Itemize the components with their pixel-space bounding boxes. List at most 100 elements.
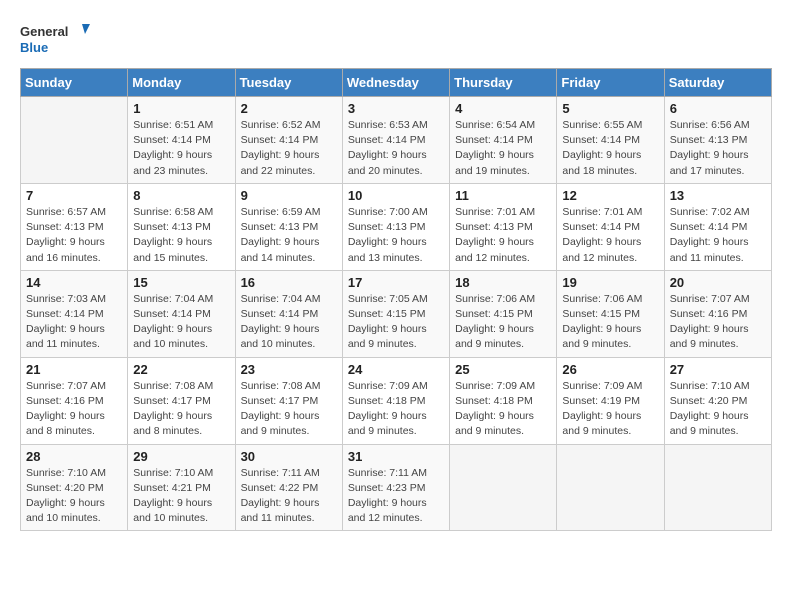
day-cell: 27 Sunrise: 7:10 AM Sunset: 4:20 PM Dayli… <box>664 357 771 444</box>
day-cell: 15 Sunrise: 7:04 AM Sunset: 4:14 PM Dayli… <box>128 270 235 357</box>
day-info: Sunrise: 7:08 AM Sunset: 4:17 PM Dayligh… <box>241 379 337 440</box>
day-cell: 14 Sunrise: 7:03 AM Sunset: 4:14 PM Dayli… <box>21 270 128 357</box>
day-cell: 19Sunrise: 7:06 AM Sunset: 4:15 PM Dayli… <box>557 270 664 357</box>
day-cell: 4 Sunrise: 6:54 AM Sunset: 4:14 PM Daylig… <box>450 97 557 184</box>
week-row-1: 1 Sunrise: 6:51 AM Sunset: 4:14 PM Daylig… <box>21 97 772 184</box>
day-cell: 7Sunrise: 6:57 AM Sunset: 4:13 PM Daylig… <box>21 183 128 270</box>
day-info: Sunrise: 7:04 AM Sunset: 4:14 PM Dayligh… <box>241 292 337 353</box>
week-row-3: 14 Sunrise: 7:03 AM Sunset: 4:14 PM Dayli… <box>21 270 772 357</box>
day-number: 5 <box>562 101 658 116</box>
header-thursday: Thursday <box>450 69 557 97</box>
day-info: Sunrise: 6:52 AM Sunset: 4:14 PM Dayligh… <box>241 118 337 179</box>
logo-svg: General Blue <box>20 20 90 60</box>
header-sunday: Sunday <box>21 69 128 97</box>
day-info: Sunrise: 6:51 AM Sunset: 4:14 PM Dayligh… <box>133 118 229 179</box>
header-wednesday: Wednesday <box>342 69 449 97</box>
day-info: Sunrise: 7:09 AM Sunset: 4:18 PM Dayligh… <box>455 379 551 440</box>
day-cell: 11Sunrise: 7:01 AM Sunset: 4:13 PM Dayli… <box>450 183 557 270</box>
day-info: Sunrise: 7:04 AM Sunset: 4:14 PM Dayligh… <box>133 292 229 353</box>
day-cell: 10 Sunrise: 7:00 AM Sunset: 4:13 PM Dayli… <box>342 183 449 270</box>
day-info: Sunrise: 7:07 AM Sunset: 4:16 PM Dayligh… <box>26 379 122 440</box>
day-cell: 31Sunrise: 7:11 AM Sunset: 4:23 PM Dayli… <box>342 444 449 531</box>
day-cell <box>664 444 771 531</box>
day-cell: 23Sunrise: 7:08 AM Sunset: 4:17 PM Dayli… <box>235 357 342 444</box>
day-number: 20 <box>670 275 766 290</box>
logo: General Blue <box>20 20 90 60</box>
day-number: 9 <box>241 188 337 203</box>
day-number: 18 <box>455 275 551 290</box>
day-number: 17 <box>348 275 444 290</box>
day-cell <box>21 97 128 184</box>
day-cell: 25 Sunrise: 7:09 AM Sunset: 4:18 PM Dayli… <box>450 357 557 444</box>
day-number: 12 <box>562 188 658 203</box>
day-cell: 24 Sunrise: 7:09 AM Sunset: 4:18 PM Dayli… <box>342 357 449 444</box>
day-info: Sunrise: 7:07 AM Sunset: 4:16 PM Dayligh… <box>670 292 766 353</box>
day-info: Sunrise: 7:06 AM Sunset: 4:15 PM Dayligh… <box>455 292 551 353</box>
day-cell: 28Sunrise: 7:10 AM Sunset: 4:20 PM Dayli… <box>21 444 128 531</box>
day-number: 15 <box>133 275 229 290</box>
day-number: 14 <box>26 275 122 290</box>
day-number: 6 <box>670 101 766 116</box>
day-info: Sunrise: 7:09 AM Sunset: 4:18 PM Dayligh… <box>348 379 444 440</box>
day-cell: 9 Sunrise: 6:59 AM Sunset: 4:13 PM Daylig… <box>235 183 342 270</box>
day-info: Sunrise: 7:02 AM Sunset: 4:14 PM Dayligh… <box>670 205 766 266</box>
day-info: Sunrise: 7:11 AM Sunset: 4:22 PM Dayligh… <box>241 466 337 527</box>
day-cell: 22 Sunrise: 7:08 AM Sunset: 4:17 PM Dayli… <box>128 357 235 444</box>
day-cell: 12Sunrise: 7:01 AM Sunset: 4:14 PM Dayli… <box>557 183 664 270</box>
day-number: 29 <box>133 449 229 464</box>
day-number: 27 <box>670 362 766 377</box>
day-number: 7 <box>26 188 122 203</box>
day-info: Sunrise: 7:10 AM Sunset: 4:21 PM Dayligh… <box>133 466 229 527</box>
day-info: Sunrise: 7:08 AM Sunset: 4:17 PM Dayligh… <box>133 379 229 440</box>
day-number: 21 <box>26 362 122 377</box>
day-number: 1 <box>133 101 229 116</box>
day-number: 8 <box>133 188 229 203</box>
week-row-4: 21 Sunrise: 7:07 AM Sunset: 4:16 PM Dayli… <box>21 357 772 444</box>
day-number: 22 <box>133 362 229 377</box>
header-monday: Monday <box>128 69 235 97</box>
day-number: 26 <box>562 362 658 377</box>
day-number: 28 <box>26 449 122 464</box>
day-info: Sunrise: 6:53 AM Sunset: 4:14 PM Dayligh… <box>348 118 444 179</box>
calendar-header-row: SundayMondayTuesdayWednesdayThursdayFrid… <box>21 69 772 97</box>
day-info: Sunrise: 6:54 AM Sunset: 4:14 PM Dayligh… <box>455 118 551 179</box>
day-number: 10 <box>348 188 444 203</box>
day-cell <box>450 444 557 531</box>
day-cell: 3 Sunrise: 6:53 AM Sunset: 4:14 PM Daylig… <box>342 97 449 184</box>
day-number: 31 <box>348 449 444 464</box>
day-cell: 26Sunrise: 7:09 AM Sunset: 4:19 PM Dayli… <box>557 357 664 444</box>
week-row-5: 28Sunrise: 7:10 AM Sunset: 4:20 PM Dayli… <box>21 444 772 531</box>
day-info: Sunrise: 6:56 AM Sunset: 4:13 PM Dayligh… <box>670 118 766 179</box>
day-info: Sunrise: 7:06 AM Sunset: 4:15 PM Dayligh… <box>562 292 658 353</box>
header-friday: Friday <box>557 69 664 97</box>
day-number: 24 <box>348 362 444 377</box>
day-cell: 29 Sunrise: 7:10 AM Sunset: 4:21 PM Dayli… <box>128 444 235 531</box>
day-info: Sunrise: 6:55 AM Sunset: 4:14 PM Dayligh… <box>562 118 658 179</box>
day-number: 2 <box>241 101 337 116</box>
week-row-2: 7Sunrise: 6:57 AM Sunset: 4:13 PM Daylig… <box>21 183 772 270</box>
svg-text:General: General <box>20 24 68 39</box>
calendar-table: SundayMondayTuesdayWednesdayThursdayFrid… <box>20 68 772 531</box>
day-cell: 5 Sunrise: 6:55 AM Sunset: 4:14 PM Daylig… <box>557 97 664 184</box>
day-number: 4 <box>455 101 551 116</box>
day-number: 30 <box>241 449 337 464</box>
day-number: 3 <box>348 101 444 116</box>
day-info: Sunrise: 7:00 AM Sunset: 4:13 PM Dayligh… <box>348 205 444 266</box>
day-number: 13 <box>670 188 766 203</box>
day-info: Sunrise: 7:03 AM Sunset: 4:14 PM Dayligh… <box>26 292 122 353</box>
day-info: Sunrise: 7:10 AM Sunset: 4:20 PM Dayligh… <box>670 379 766 440</box>
header-tuesday: Tuesday <box>235 69 342 97</box>
day-info: Sunrise: 6:59 AM Sunset: 4:13 PM Dayligh… <box>241 205 337 266</box>
day-number: 25 <box>455 362 551 377</box>
day-info: Sunrise: 7:01 AM Sunset: 4:13 PM Dayligh… <box>455 205 551 266</box>
svg-text:Blue: Blue <box>20 40 48 55</box>
day-cell: 16Sunrise: 7:04 AM Sunset: 4:14 PM Dayli… <box>235 270 342 357</box>
day-info: Sunrise: 6:58 AM Sunset: 4:13 PM Dayligh… <box>133 205 229 266</box>
page-header: General Blue <box>20 20 772 60</box>
day-cell: 18 Sunrise: 7:06 AM Sunset: 4:15 PM Dayli… <box>450 270 557 357</box>
day-cell: 13 Sunrise: 7:02 AM Sunset: 4:14 PM Dayli… <box>664 183 771 270</box>
day-cell: 6 Sunrise: 6:56 AM Sunset: 4:13 PM Daylig… <box>664 97 771 184</box>
day-cell: 21 Sunrise: 7:07 AM Sunset: 4:16 PM Dayli… <box>21 357 128 444</box>
day-cell <box>557 444 664 531</box>
day-cell: 2 Sunrise: 6:52 AM Sunset: 4:14 PM Daylig… <box>235 97 342 184</box>
